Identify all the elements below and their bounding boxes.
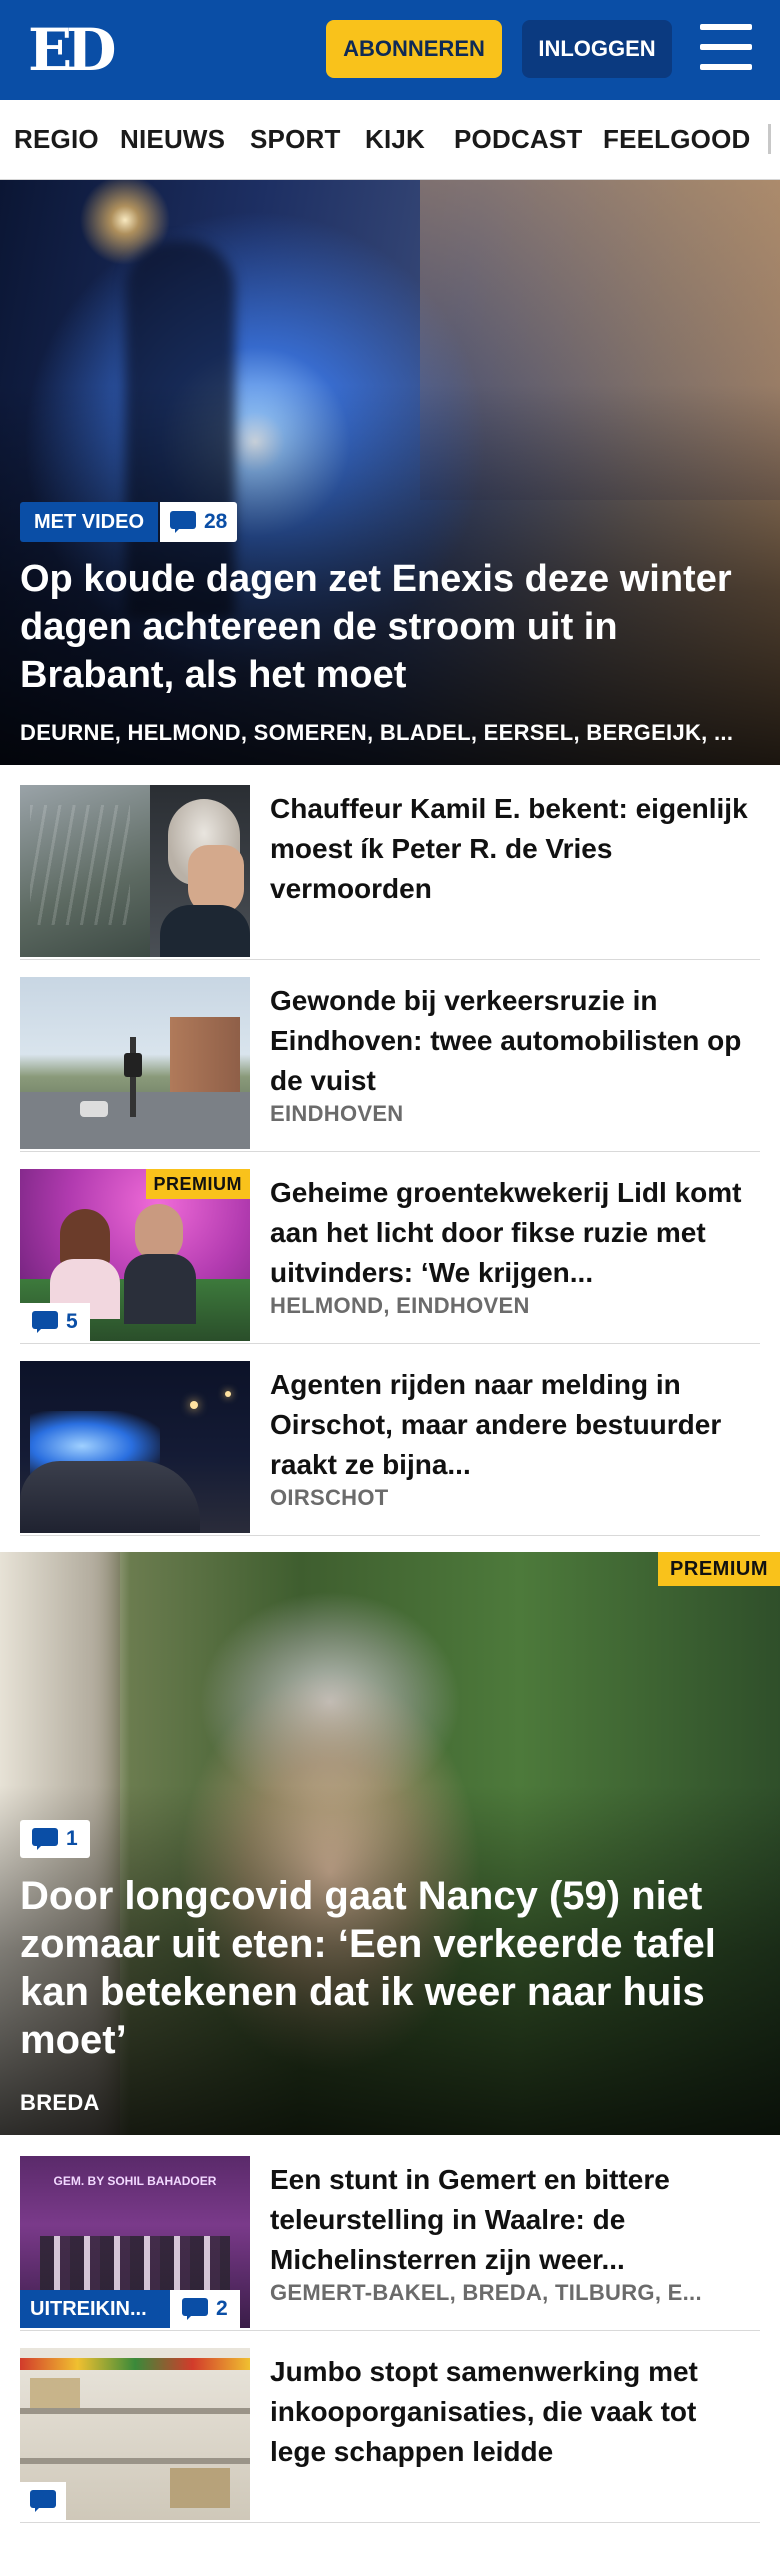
comment-count-badge[interactable]: 28 — [160, 502, 238, 542]
comment-icon — [32, 1311, 58, 1333]
article-location: GEMERT-BAKEL, BREDA, TILBURG, E... — [270, 2280, 702, 2305]
nav-item-feelgood[interactable]: FEELGOOD — [603, 124, 751, 155]
article-title[interactable]: Agenten rijden naar melding in Oirschot,… — [270, 1365, 760, 1485]
comment-count-badge[interactable] — [20, 2482, 66, 2520]
video-badge: MET VIDEO — [20, 502, 159, 542]
hero-title[interactable]: Op koude dagen zet Enexis deze winter da… — [20, 555, 760, 699]
premium-badge: PREMIUM — [658, 1552, 780, 1586]
nav-item-nieuws[interactable]: NIEUWS — [120, 124, 225, 155]
article-location: EINDHOVEN — [270, 1101, 404, 1126]
hero-location: DEURNE, HELMOND, SOMEREN, BLADEL, EERSEL… — [20, 720, 734, 745]
comment-icon — [182, 2298, 208, 2320]
nav-overflow-hint — [768, 124, 771, 154]
article-location: HELMOND, EINDHOVEN — [270, 1293, 530, 1318]
comment-count: 2 — [216, 2297, 228, 2320]
article-thumbnail: GEM. BY SOHIL BAHADOER UITREIKIN... 2 — [20, 2156, 250, 2328]
article-location: OIRSCHOT — [270, 1485, 389, 1510]
article-title[interactable]: Gewonde bij verkeersruzie in Eindhoven: … — [270, 981, 760, 1101]
nav-item-kijk[interactable]: KIJK — [365, 124, 425, 155]
comment-count-badge[interactable]: 2 — [170, 2290, 240, 2328]
list-item[interactable]: Jumbo stopt samenwerking met inkooporgan… — [20, 2348, 760, 2523]
comment-icon — [170, 511, 196, 533]
comment-count-badge[interactable]: 5 — [20, 1303, 90, 1341]
feature-article[interactable]: PREMIUM 1 Door longcovid gaat Nancy (59)… — [0, 1552, 780, 2135]
list-item[interactable]: PREMIUM 5 Geheime groentekwekerij Lidl k… — [20, 1169, 760, 1344]
menu-icon[interactable] — [700, 24, 752, 72]
list-item[interactable]: Chauffeur Kamil E. bekent: eigenlijk moe… — [20, 785, 760, 960]
category-badge: UITREIKIN... — [20, 2290, 170, 2328]
article-thumbnail — [20, 977, 250, 1149]
comment-count: 28 — [204, 510, 228, 533]
nav-item-sport[interactable]: SPORT — [250, 124, 341, 155]
comment-count-badge[interactable]: 1 — [20, 1820, 90, 1858]
site-logo[interactable]: ED — [28, 20, 116, 80]
hero-article[interactable]: MET VIDEO 28 Op koude dagen zet Enexis d… — [0, 180, 780, 765]
article-title[interactable]: Een stunt in Gemert en bittere teleurste… — [270, 2160, 760, 2280]
article-thumbnail — [20, 1361, 250, 1533]
section-nav: REGIO NIEUWS SPORT KIJK PODCAST FEELGOOD — [0, 100, 780, 180]
comment-icon — [32, 1828, 58, 1850]
login-button[interactable]: INLOGGEN — [522, 20, 672, 78]
article-thumbnail — [20, 785, 250, 957]
feature-title[interactable]: Door longcovid gaat Nancy (59) niet zoma… — [20, 1872, 760, 2064]
subscribe-button[interactable]: ABONNEREN — [326, 20, 502, 78]
nav-item-regio[interactable]: REGIO — [14, 124, 99, 155]
article-thumbnail: PREMIUM 5 — [20, 1169, 250, 1341]
list-item[interactable]: Agenten rijden naar melding in Oirschot,… — [20, 1361, 760, 1536]
photo-text: GEM. BY SOHIL BAHADOER — [53, 2174, 217, 2188]
article-title[interactable]: Jumbo stopt samenwerking met inkooporgan… — [270, 2352, 760, 2472]
top-bar: ED ABONNEREN INLOGGEN — [0, 0, 780, 100]
comment-count: 5 — [66, 1310, 78, 1333]
article-title[interactable]: Geheime groentekwekerij Lidl komt aan he… — [270, 1173, 760, 1293]
list-item[interactable]: GEM. BY SOHIL BAHADOER UITREIKIN... 2 Ee… — [20, 2156, 760, 2331]
premium-badge: PREMIUM — [145, 1169, 250, 1199]
comment-icon — [30, 2490, 56, 2512]
comment-count: 1 — [66, 1827, 78, 1850]
article-title[interactable]: Chauffeur Kamil E. bekent: eigenlijk moe… — [270, 789, 760, 909]
nav-item-podcast[interactable]: PODCAST — [454, 124, 583, 155]
article-thumbnail — [20, 2348, 250, 2520]
feature-location: BREDA — [20, 2090, 100, 2115]
list-item[interactable]: Gewonde bij verkeersruzie in Eindhoven: … — [20, 977, 760, 1152]
